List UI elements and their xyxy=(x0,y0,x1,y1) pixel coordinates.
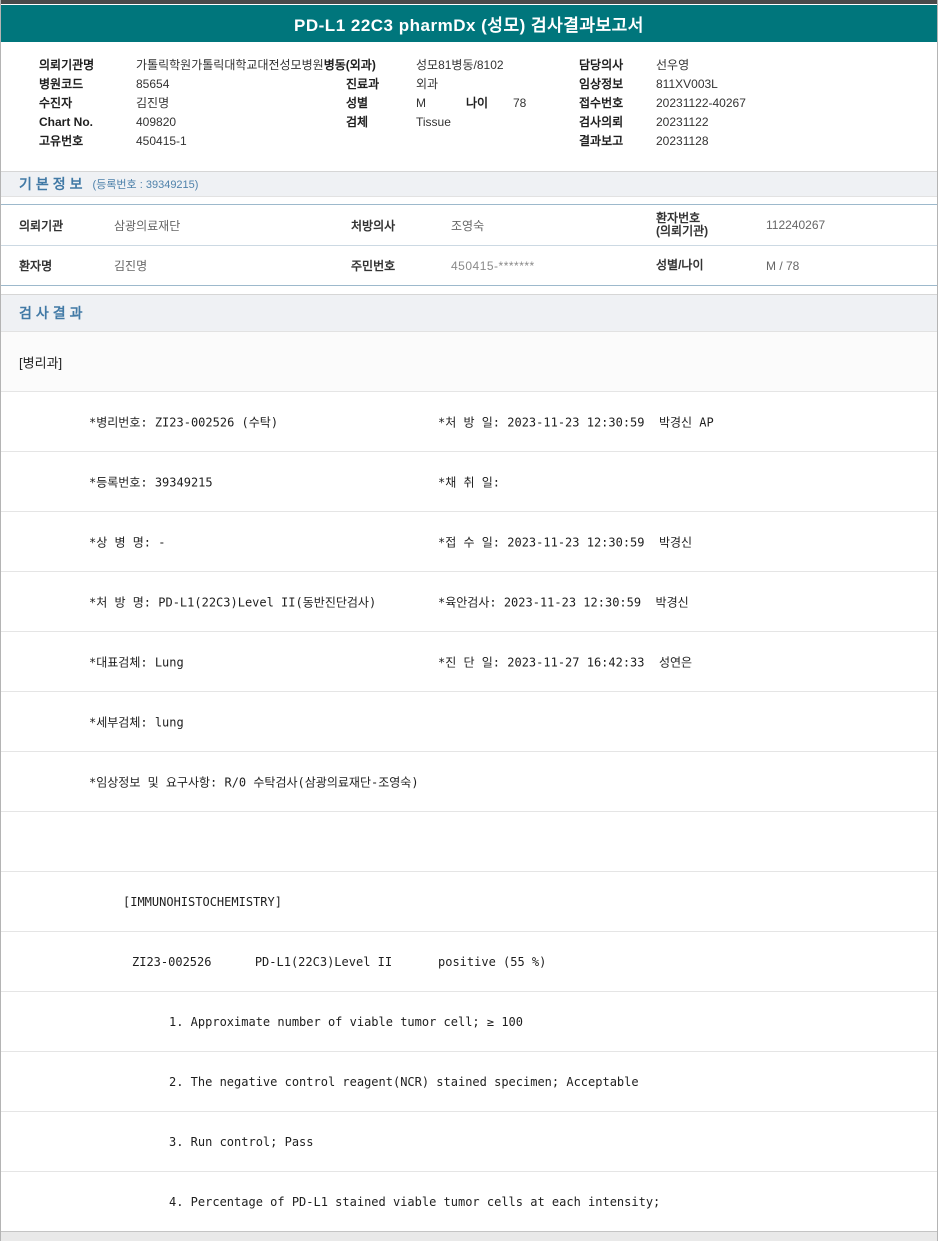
diagnosis-date: *진 단 일: 2023-11-27 16:42:33 성연은 xyxy=(438,655,693,669)
representative-specimen: *대표검체: Lung xyxy=(89,655,184,669)
patient-header-block: 의뢰기관명 가톨릭학원가톨릭대학교대전성모병원병동(외과) 성모81병동/810… xyxy=(1,42,937,150)
page-title: PD-L1 22C3 pharmDx (성모) 검사결과보고서 xyxy=(294,16,644,35)
label-attending-doctor: 담당의사 xyxy=(579,58,624,72)
basic-info-registration-number: (등록번호 : 39349215) xyxy=(92,179,199,191)
label-sex: 성별 xyxy=(346,96,369,110)
order-name: *처 방 명: PD-L1(22C3)Level II(동반진단검사) xyxy=(89,595,377,609)
basic-info-table: 의뢰기관 삼광의료재단 처방의사 조영숙 환자번호 (의뢰기관) 11224026… xyxy=(1,204,937,286)
label-hospital-code: 병원코드 xyxy=(39,77,84,91)
report-row: [IMMUNOHISTOCHEMISTRY] xyxy=(1,872,937,932)
report-row: *세부검체: lung xyxy=(1,692,937,752)
value-patient-name: 김진명 xyxy=(114,259,148,273)
pathology-report: [병리과] *병리번호: ZI23-002526 (수탁) *처 방 일: 20… xyxy=(1,332,937,1232)
label-test-requested-date: 검사의뢰 xyxy=(579,115,624,129)
pathology-number: *병리번호: ZI23-002526 (수탁) xyxy=(89,415,279,429)
test-result-section-header: 검사결과 xyxy=(1,294,937,332)
patient-header-row: Chart No. 409820 검체 Tissue 검사의뢰 20231122 xyxy=(39,112,937,131)
immunohistochemistry-heading: [IMMUNOHISTOCHEMISTRY] xyxy=(123,894,282,909)
clinical-info-request: *임상정보 및 요구사항: R/0 수탁검사(삼광의료재단-조영숙) xyxy=(89,775,419,789)
value-hospital-code: 85654 xyxy=(136,76,170,91)
report-row: *등록번호: 39349215 *채 취 일: xyxy=(1,452,937,512)
detailed-specimen: *세부검체: lung xyxy=(89,715,184,729)
gross-exam-date: *육안검사: 2023-11-23 12:30:59 박경신 xyxy=(438,595,689,609)
value-age: 78 xyxy=(513,95,527,110)
label-patient-number: 환자번호 (의뢰기관) xyxy=(656,211,709,238)
report-row-department: [병리과] xyxy=(1,332,937,392)
value-receipt-number: 20231122-40267 xyxy=(656,95,746,110)
patient-header-row: 고유번호 450415-1 결과보고 20231128 xyxy=(39,131,937,150)
label-result-reported-date: 결과보고 xyxy=(579,134,624,148)
value-test-requested-date: 20231122 xyxy=(656,114,709,129)
label-requesting-org: 의뢰기관명 xyxy=(39,58,95,72)
report-row: 2. The negative control reagent(NCR) sta… xyxy=(1,1052,937,1112)
registration-number: *등록번호: 39349215 xyxy=(89,475,213,489)
label-receipt-number: 접수번호 xyxy=(579,96,624,110)
basic-info-title: 기본정보 xyxy=(19,176,87,192)
value-unique-number: 450415-1 xyxy=(136,133,187,148)
result-item-1: 1. Approximate number of viable tumor ce… xyxy=(169,1014,524,1029)
value-patient-number: 112240267 xyxy=(766,218,826,232)
value-specimen: Tissue xyxy=(416,114,451,129)
label-resident-number: 주민번호 xyxy=(351,259,396,273)
report-title-bar: PD-L1 22C3 pharmDx (성모) 검사결과보고서 xyxy=(1,5,937,42)
report-row: *처 방 명: PD-L1(22C3)Level II(동반진단검사) *육안검… xyxy=(1,572,937,632)
patient-header-row: 의뢰기관명 가톨릭학원가톨릭대학교대전성모병원병동(외과) 성모81병동/810… xyxy=(39,55,937,74)
basic-info-section-header: 기본정보 (등록번호 : 39349215) xyxy=(1,171,937,197)
label-patient-name: 환자명 xyxy=(19,259,53,273)
label-unique-number: 고유번호 xyxy=(39,134,84,148)
page-footer-strip xyxy=(1,1231,937,1241)
label-specimen: 검체 xyxy=(346,115,369,129)
diagnosis-name: *상 병 명: - xyxy=(89,535,166,549)
value-result-reported-date: 20231128 xyxy=(656,133,709,148)
report-row: *상 병 명: - *접 수 일: 2023-11-23 12:30:59 박경… xyxy=(1,512,937,572)
patient-header-row: 병원코드 85654 진료과 외과 임상정보 811XV003L xyxy=(39,74,937,93)
report-row: 4. Percentage of PD-L1 stained viable tu… xyxy=(1,1172,937,1232)
label-patient: 수진자 xyxy=(39,96,73,110)
report-row-blank xyxy=(1,812,937,872)
report-page: PD-L1 22C3 pharmDx (성모) 검사결과보고서 의뢰기관명 가톨… xyxy=(0,0,938,1241)
report-row: *병리번호: ZI23-002526 (수탁) *처 방 일: 2023-11-… xyxy=(1,392,937,452)
label-department: 진료과 xyxy=(346,77,380,91)
value-requesting-org: 가톨릭학원가톨릭대학교대전성모병원병동(외과) xyxy=(136,58,376,72)
value-sex-age: M / 78 xyxy=(766,258,800,273)
table-row: 의뢰기관 삼광의료재단 처방의사 조영숙 환자번호 (의뢰기관) 11224026… xyxy=(1,205,937,245)
result-item-2: 2. The negative control reagent(NCR) sta… xyxy=(169,1074,639,1089)
table-row: 환자명 김진명 주민번호 450415-******* 성별/나이 M / 78 xyxy=(1,245,937,285)
department-label: [병리과] xyxy=(19,355,63,370)
report-row: ZI23-002526 PD-L1(22C3)Level II positive… xyxy=(1,932,937,992)
report-row: *임상정보 및 요구사항: R/0 수탁검사(삼광의료재단-조영숙) xyxy=(1,752,937,812)
report-row: 1. Approximate number of viable tumor ce… xyxy=(1,992,937,1052)
order-date: *처 방 일: 2023-11-23 12:30:59 박경신 AP xyxy=(438,415,714,429)
collection-date: *채 취 일: xyxy=(438,475,501,489)
test-result-value: positive (55 %) xyxy=(438,954,547,969)
label-prescribing-doctor: 처방의사 xyxy=(351,218,396,233)
result-item-4: 4. Percentage of PD-L1 stained viable tu… xyxy=(169,1194,661,1209)
value-referring-org: 삼광의료재단 xyxy=(114,218,181,233)
value-patient: 김진명 xyxy=(136,96,170,110)
patient-header-row: 수진자 김진명 성별 M 나이 78 접수번호 20231122-40267 xyxy=(39,93,937,112)
receipt-date: *접 수 일: 2023-11-23 12:30:59 박경신 xyxy=(438,535,693,549)
result-item-3: 3. Run control; Pass xyxy=(169,1134,314,1149)
value-chart-no: 409820 xyxy=(136,114,177,129)
value-sex: M xyxy=(416,95,426,110)
label-chart-no: Chart No. xyxy=(39,114,93,129)
value-department: 외과 xyxy=(416,77,439,91)
value-ward: 성모81병동/8102 xyxy=(416,58,504,72)
label-clinical-info: 임상정보 xyxy=(579,77,624,91)
window-top-edge xyxy=(1,0,937,4)
test-result-title: 검사결과 xyxy=(19,305,87,321)
value-prescribing-doctor: 조영숙 xyxy=(451,218,485,233)
report-row: 3. Run control; Pass xyxy=(1,1112,937,1172)
label-referring-org: 의뢰기관 xyxy=(19,218,64,233)
label-sex-age: 성별/나이 xyxy=(656,258,704,272)
value-resident-number: 450415-******* xyxy=(451,258,535,273)
value-attending-doctor: 선우영 xyxy=(656,58,690,72)
test-code-and-name: ZI23-002526 PD-L1(22C3)Level II xyxy=(132,954,393,969)
report-row: *대표검체: Lung *진 단 일: 2023-11-27 16:42:33 … xyxy=(1,632,937,692)
label-age: 나이 xyxy=(466,96,489,110)
value-clinical-info: 811XV003L xyxy=(656,76,718,91)
